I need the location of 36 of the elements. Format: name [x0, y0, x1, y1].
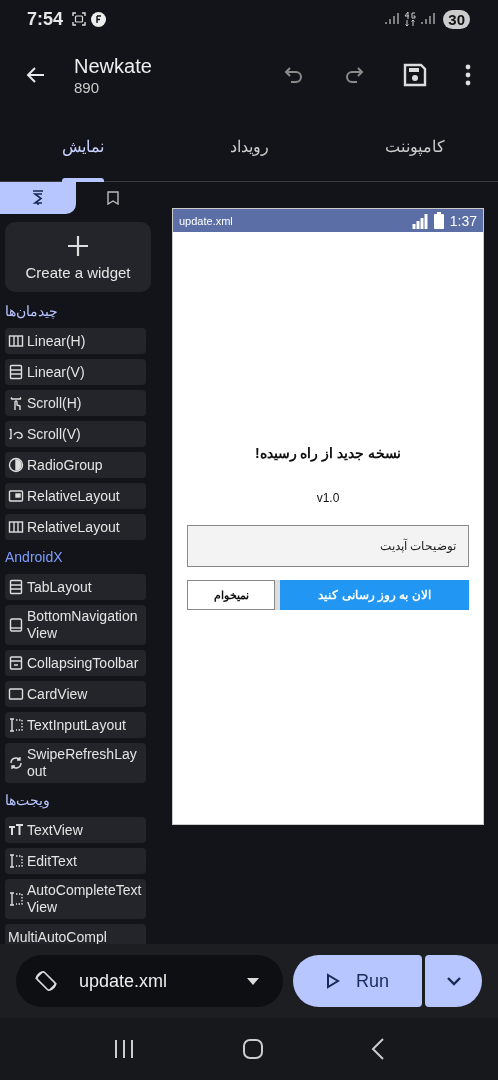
- tab[interactable]: نمایش: [0, 112, 166, 181]
- decline-button[interactable]: نمیخوام: [187, 580, 275, 610]
- status-time: 7:54: [27, 8, 64, 30]
- section-heading: AndroidX: [5, 548, 64, 567]
- widget-item[interactable]: TextView: [5, 817, 146, 843]
- battery-level: 30: [443, 9, 470, 29]
- widget-item[interactable]: SwipeRefreshLayout: [5, 743, 146, 783]
- widget-item[interactable]: RelativeLayout: [5, 514, 146, 540]
- tab[interactable]: رویداد: [166, 112, 332, 181]
- widget-item[interactable]: EditText: [5, 848, 146, 874]
- widget-item[interactable]: Scroll(H): [5, 390, 146, 416]
- widget-item[interactable]: TabLayout: [5, 574, 146, 600]
- update-heading: نسخه جدید از راه رسیده!: [254, 445, 402, 461]
- widget-item[interactable]: TextInputLayout: [5, 712, 146, 738]
- layout-file-dropdown[interactable]: update.xml: [16, 955, 283, 1007]
- run-button[interactable]: Run: [293, 955, 422, 1007]
- widget-item[interactable]: RelativeLayout: [5, 483, 146, 509]
- widget-item[interactable]: CardView: [5, 681, 146, 707]
- widget-item[interactable]: Linear(H): [5, 328, 146, 354]
- widget-item[interactable]: BottomNavigationView: [5, 605, 146, 645]
- section-heading: ویجت‌ها: [5, 791, 51, 811]
- preview-time: 1:37: [449, 212, 477, 229]
- widget-item[interactable]: RadioGroup: [5, 452, 146, 478]
- widget-item[interactable]: Scroll(V): [5, 421, 146, 447]
- widget-item[interactable]: MultiAutoCompl: [5, 924, 146, 944]
- section-heading: چیدمان‌ها: [5, 302, 59, 321]
- widget-item[interactable]: Linear(V): [5, 359, 146, 385]
- create-widget-button[interactable]: Create a widget: [5, 222, 151, 292]
- project-subtitle: 890: [74, 78, 101, 96]
- project-title: Newkate: [74, 54, 153, 78]
- update-description-box: توضیحات آپدیت: [187, 525, 469, 567]
- tab[interactable]: کامپوننت: [332, 112, 498, 181]
- widget-item[interactable]: CollapsingToolbar: [5, 650, 146, 676]
- preview-file-name: update.xml: [179, 214, 233, 227]
- version-label: v1.0: [316, 491, 340, 505]
- widget-item[interactable]: AutoCompleteTextView: [5, 879, 146, 919]
